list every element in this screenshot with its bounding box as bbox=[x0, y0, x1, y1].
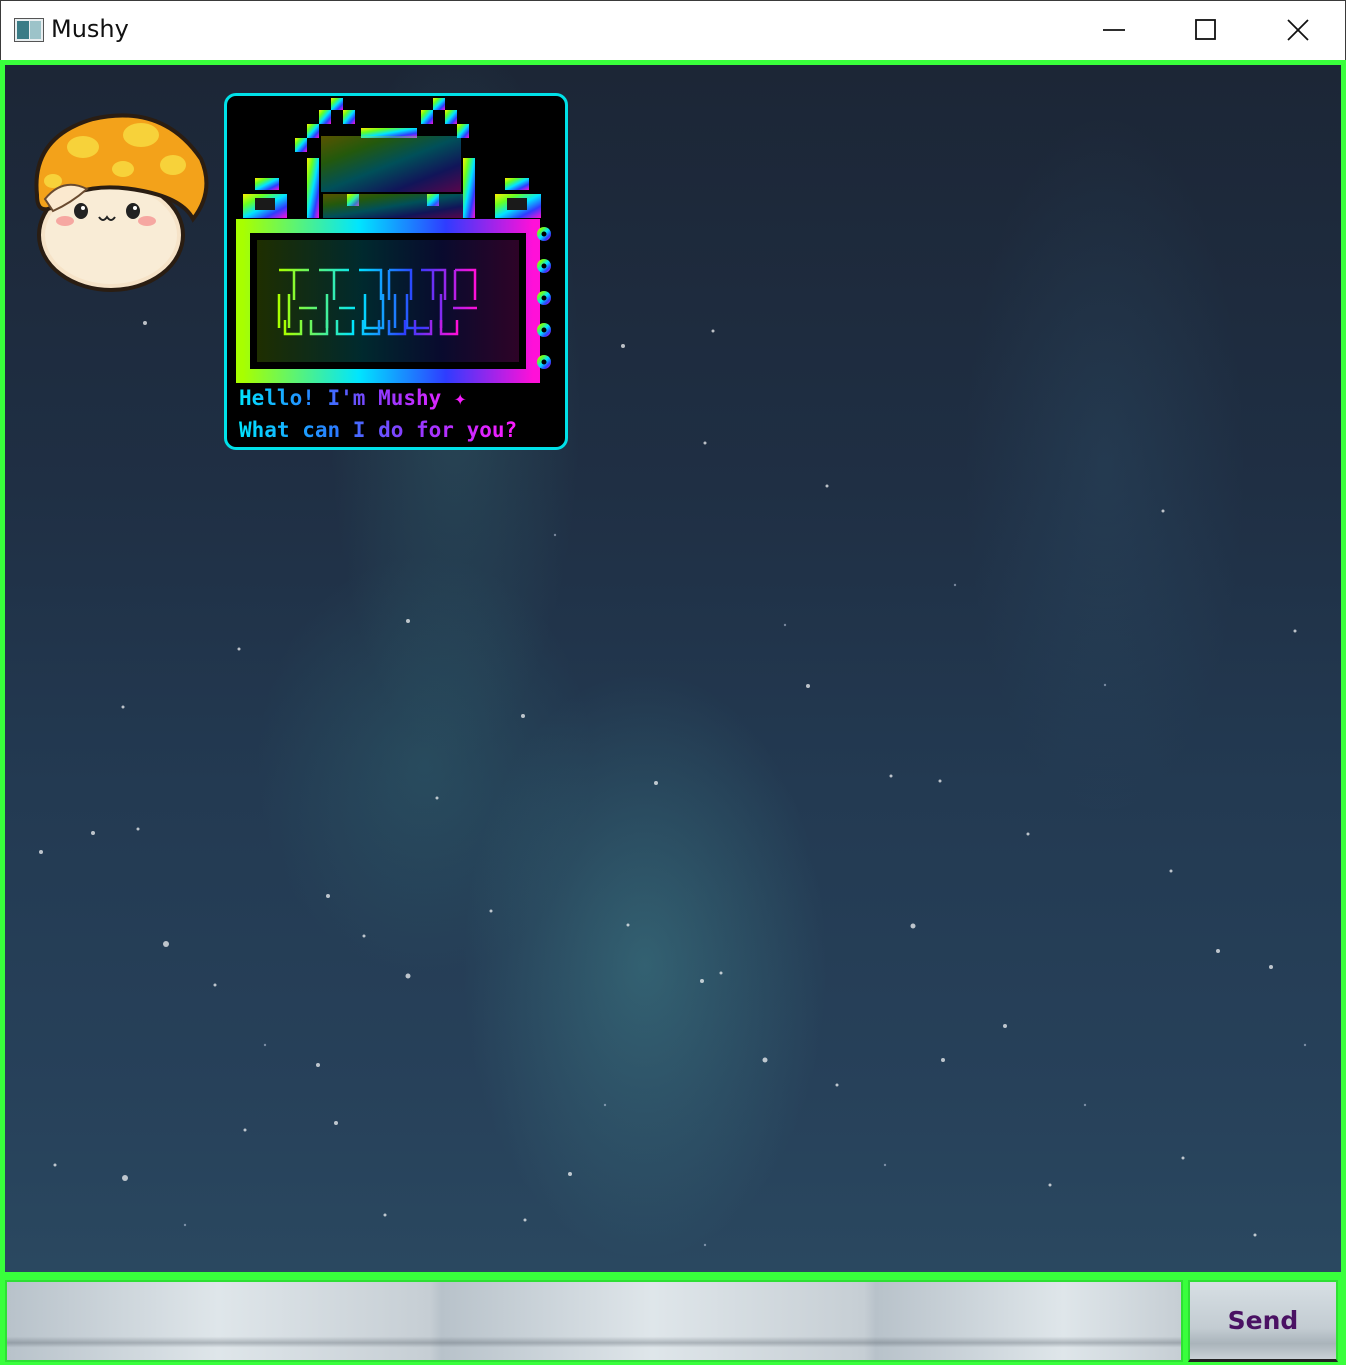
input-bar: Send bbox=[0, 1277, 1346, 1365]
title-bar: Mushy bbox=[0, 0, 1346, 60]
bot-message-line: What can I do for you? bbox=[239, 418, 518, 442]
bot-message-bubble: Hello! I'm Mushy ✦ What can I do for you… bbox=[224, 93, 568, 450]
app-icon bbox=[14, 18, 44, 42]
maximize-icon bbox=[1195, 19, 1216, 40]
ascii-art-logo bbox=[236, 98, 551, 383]
close-icon bbox=[1287, 19, 1309, 41]
window-title: Mushy bbox=[51, 15, 129, 43]
minimize-icon bbox=[1103, 29, 1125, 31]
minimize-button[interactable] bbox=[1068, 1, 1160, 59]
chat-scroll-pane[interactable]: Hello! I'm Mushy ✦ What can I do for you… bbox=[0, 60, 1346, 1277]
bot-message-line: Hello! I'm Mushy ✦ bbox=[239, 386, 467, 410]
maximize-button[interactable] bbox=[1160, 1, 1252, 59]
message-input[interactable] bbox=[5, 1280, 1183, 1362]
send-button[interactable]: Send bbox=[1188, 1280, 1338, 1362]
orange-mushroom-icon bbox=[34, 113, 209, 292]
close-button[interactable] bbox=[1252, 1, 1344, 59]
